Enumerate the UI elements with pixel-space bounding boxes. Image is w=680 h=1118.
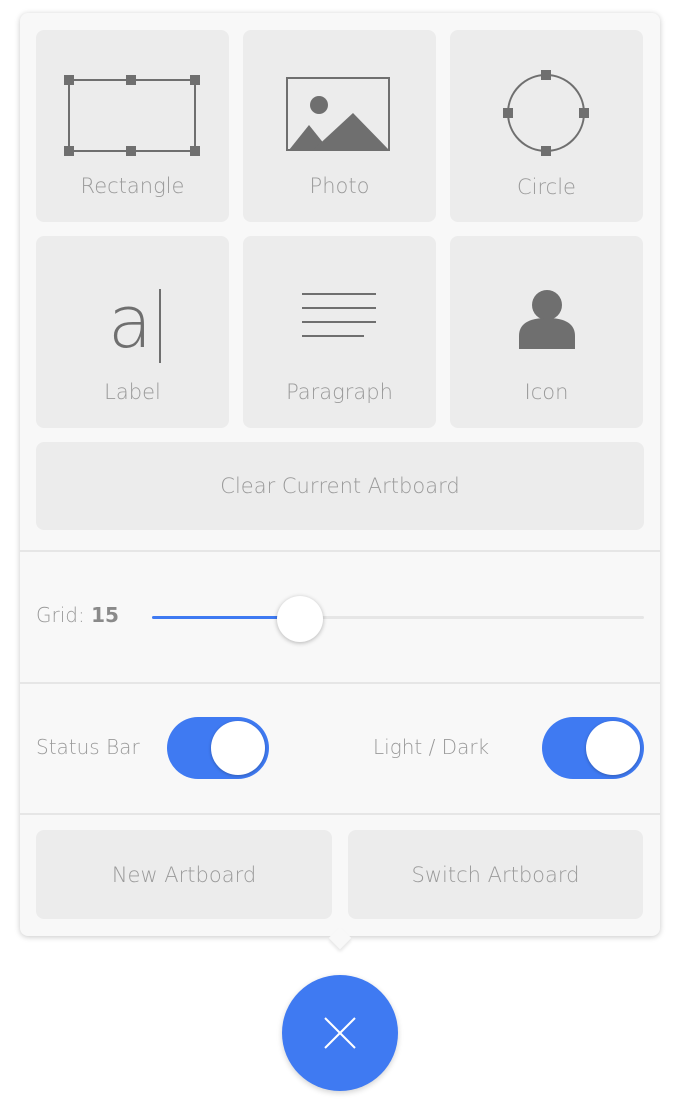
toggle-knob [586, 721, 640, 775]
close-icon [324, 1017, 356, 1049]
photo-icon [286, 77, 390, 151]
circle-tile[interactable]: Circle [450, 30, 643, 222]
rectangle-icon [64, 75, 200, 156]
tile-label-icon: Icon [524, 380, 569, 404]
tile-label-rectangle: Rectangle [80, 174, 185, 198]
tile-label-photo: Photo [309, 174, 370, 198]
tile-label-paragraph: Paragraph [286, 380, 393, 404]
tile-label-label: Label [104, 380, 161, 404]
grid-slider-track[interactable] [152, 616, 644, 619]
clear-artboard-button[interactable]: Clear Current Artboard [36, 442, 644, 530]
light-dark-toggle[interactable] [542, 717, 644, 779]
paragraph-lines-icon [302, 293, 376, 337]
close-fab-button[interactable] [282, 975, 398, 1091]
grid-label-text: Grid: [36, 603, 85, 627]
rectangle-tile[interactable]: Rectangle [36, 30, 229, 222]
photo-tile[interactable]: Photo [243, 30, 436, 222]
status-bar-toggle[interactable] [167, 717, 269, 779]
text-cursor-bar [159, 289, 161, 363]
section-divider [20, 813, 660, 815]
label-tile[interactable]: a Label [36, 236, 229, 428]
light-dark-label: Light / Dark [373, 735, 490, 759]
grid-value: 15 [91, 603, 119, 627]
new-artboard-button[interactable]: New Artboard [36, 830, 332, 919]
paragraph-tile[interactable]: Paragraph [243, 236, 436, 428]
circle-icon [503, 70, 589, 156]
icon-tile[interactable]: Icon [450, 236, 643, 428]
text-cursor-icon: a [108, 280, 153, 364]
section-divider [20, 550, 660, 552]
section-divider [20, 682, 660, 684]
switch-artboard-button[interactable]: Switch Artboard [348, 830, 643, 919]
tile-label-circle: Circle [517, 175, 576, 199]
grid-label: Grid: 15 [36, 603, 119, 627]
grid-slider-thumb[interactable] [276, 596, 323, 642]
status-bar-label: Status Bar [36, 735, 140, 759]
toggle-knob [211, 721, 265, 775]
user-icon [519, 290, 575, 349]
